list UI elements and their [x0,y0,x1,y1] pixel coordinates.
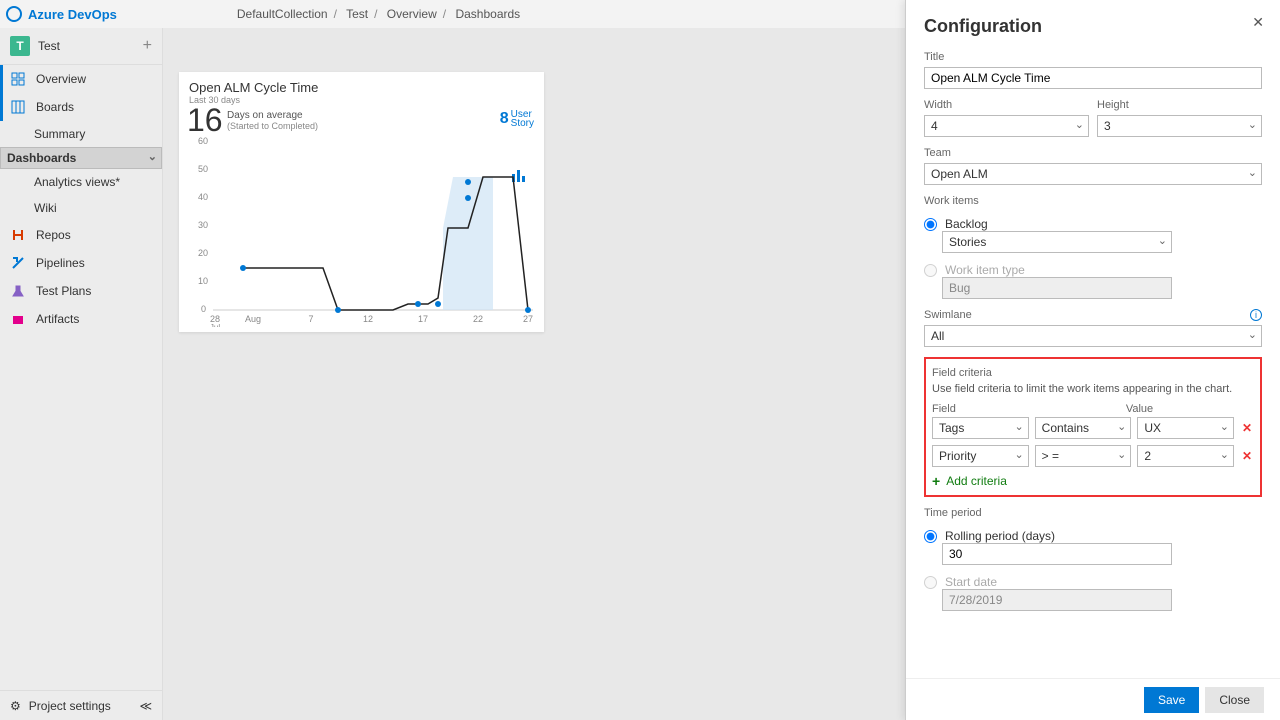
team-select[interactable]: Open ALM [924,163,1262,185]
width-select[interactable]: 4 [924,115,1089,137]
wit-input [942,277,1172,299]
panel-footer: Save Close [906,678,1280,720]
widget-title: Open ALM Cycle Time [189,80,534,95]
svg-text:10: 10 [198,276,208,286]
svg-text:17: 17 [418,314,428,324]
sidebar-item-pipelines[interactable]: Pipelines [0,249,162,277]
criteria-desc: Use field criteria to limit the work ite… [932,383,1254,395]
user-story-badge: 8 UserStory [498,110,534,128]
svg-text:0: 0 [201,304,206,314]
wit-radio[interactable] [924,264,937,277]
add-project-button[interactable]: + [143,37,152,55]
info-icon[interactable]: i [1250,309,1262,321]
sidebar-sub-wiki[interactable]: Wiki [0,195,162,221]
width-label: Width [924,99,1089,111]
sidebar-sub-dashboards[interactable]: Dashboards [0,147,162,169]
criteria-row-0: Tags Contains UX ✕ [932,417,1254,439]
project-badge: T [10,36,30,56]
project-name: Test [38,39,60,53]
swimlane-select[interactable]: All [924,325,1262,347]
criteria-label: Field criteria [932,367,992,379]
svg-text:22: 22 [473,314,483,324]
sidebar-footer: ⚙ Project settings ≪ [0,690,162,720]
rolling-radio-row[interactable]: Rolling period (days) [924,529,1262,543]
widget-subtitle: Last 30 days [189,95,534,105]
add-criteria-button[interactable]: + Add criteria [932,473,1254,489]
project-header[interactable]: T Test + [0,28,162,65]
wit-radio-row[interactable]: Work item type [924,263,1262,277]
artifacts-icon [10,311,26,327]
criteria-value-1[interactable]: 2 [1137,445,1234,467]
start-input [942,589,1172,611]
close-button[interactable]: Close [1205,687,1264,713]
rolling-radio[interactable] [924,530,937,543]
close-panel-button[interactable]: ✕ [1252,14,1264,31]
cycle-time-widget[interactable]: Open ALM Cycle Time Last 30 days 16 Days… [179,72,544,332]
plus-icon: + [932,473,940,489]
criteria-field-0[interactable]: Tags [932,417,1029,439]
crumb-dashboards[interactable]: Dashboards [455,7,520,21]
widget-big-label: Days on average [227,110,303,121]
height-select[interactable]: 3 [1097,115,1262,137]
criteria-op-0[interactable]: Contains [1035,417,1132,439]
svg-text:30: 30 [198,220,208,230]
brand-name: Azure DevOps [28,7,117,22]
sidebar-sub-analytics[interactable]: Analytics views* [0,169,162,195]
widget-big-label2: (Started to Completed) [227,121,318,131]
criteria-remove-1[interactable]: ✕ [1240,449,1254,463]
title-input[interactable] [924,67,1262,89]
crumb-collection[interactable]: DefaultCollection [237,7,328,21]
sidebar-sub-summary[interactable]: Summary [0,121,162,147]
criteria-value-0[interactable]: UX [1137,417,1234,439]
overview-icon [10,71,26,87]
sidebar: T Test + Overview Boards Summary Dashboa… [0,28,163,720]
svg-text:12: 12 [363,314,373,324]
repos-icon [10,227,26,243]
team-label: Team [924,147,1262,159]
breadcrumb[interactable]: DefaultCollection/ Test/ Overview/ Dashb… [237,7,520,21]
start-radio-row[interactable]: Start date [924,575,1262,589]
boards-icon [10,99,26,115]
field-criteria-section: Field criteria Use field criteria to lim… [924,357,1262,497]
collapse-sidebar-icon[interactable]: ≪ [139,699,152,713]
sidebar-item-testplans[interactable]: Test Plans [0,277,162,305]
height-label: Height [1097,99,1262,111]
rolling-input[interactable] [942,543,1172,565]
save-button[interactable]: Save [1144,687,1199,713]
backlog-select[interactable]: Stories [942,231,1172,253]
pipelines-icon [10,255,26,271]
backlog-radio-row[interactable]: Backlog [924,217,1262,231]
criteria-field-1[interactable]: Priority [932,445,1029,467]
start-radio[interactable] [924,576,937,589]
svg-text:27: 27 [523,314,533,324]
gear-icon[interactable]: ⚙ [10,699,21,713]
testplans-icon [10,283,26,299]
backlog-radio[interactable] [924,218,937,231]
criteria-op-1[interactable]: > = [1035,445,1132,467]
svg-text:20: 20 [198,248,208,258]
config-panel: Configuration ✕ Title Width 4 Height 3 T… [905,0,1280,720]
azure-devops-logo-icon [6,6,22,22]
swimlane-label: Swimlanei [924,309,1262,321]
sidebar-item-repos[interactable]: Repos [0,221,162,249]
svg-text:40: 40 [198,192,208,202]
svg-text:50: 50 [198,164,208,174]
svg-text:60: 60 [198,136,208,146]
panel-heading: Configuration [924,16,1262,37]
sidebar-item-boards[interactable]: Boards [0,93,162,121]
work-items-label: Work items [924,195,1262,207]
cycle-time-chart: 60 50 40 30 20 10 0 28 Jul [193,132,538,327]
sidebar-item-artifacts[interactable]: Artifacts [0,305,162,333]
crumb-project[interactable]: Test [346,7,368,21]
svg-text:7: 7 [308,314,313,324]
time-period-label: Time period [924,507,1262,519]
crumb-overview[interactable]: Overview [387,7,437,21]
criteria-remove-0[interactable]: ✕ [1240,421,1254,435]
svg-text:Jul: Jul [210,323,220,327]
project-settings-link[interactable]: Project settings [29,699,111,713]
sidebar-item-overview[interactable]: Overview [0,65,162,93]
svg-text:Aug: Aug [245,314,261,324]
title-label: Title [924,51,1262,63]
criteria-row-1: Priority > = 2 ✕ [932,445,1254,467]
